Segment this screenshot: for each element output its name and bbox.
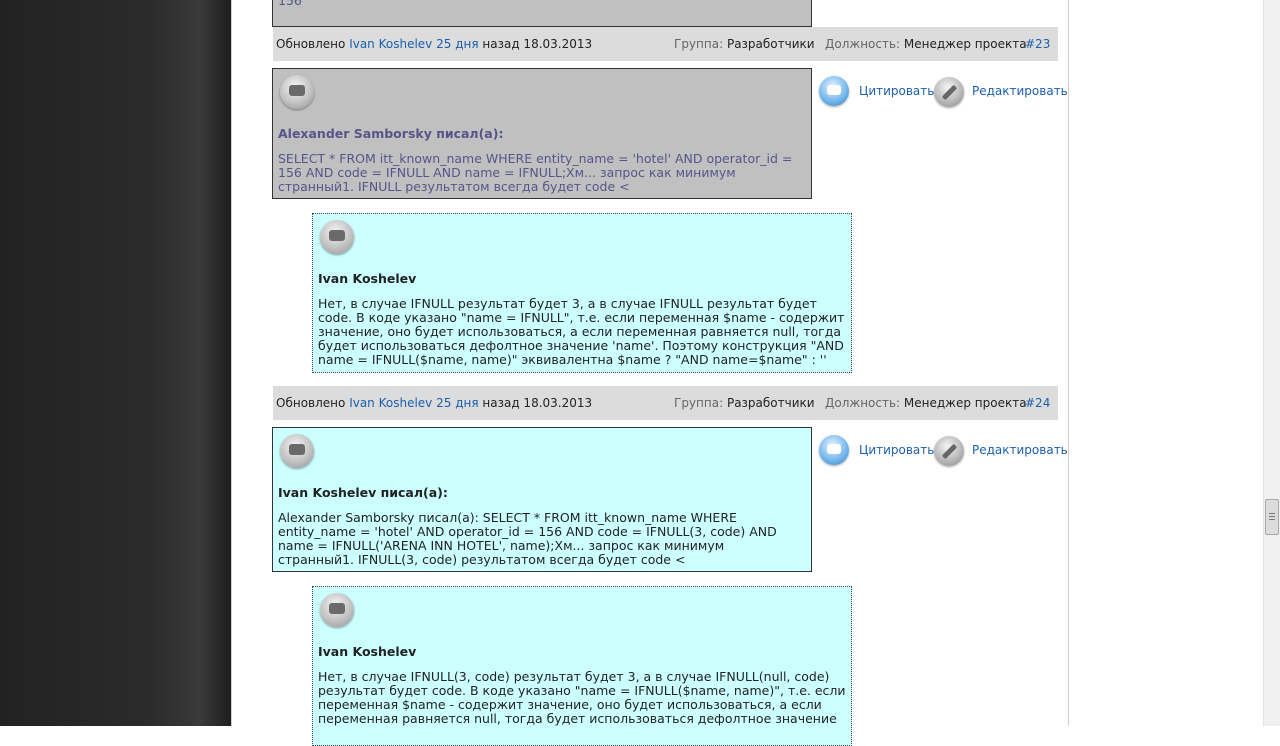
updated-date: назад 18.03.2013 [482, 396, 593, 410]
quote-author: Ivan Koshelev [318, 271, 417, 286]
quote-icon[interactable] [819, 76, 849, 106]
quote-button[interactable]: Цитировать [859, 443, 934, 457]
post-meta-bar: Обновлено Ivan Koshelev 25 дня назад 18.… [273, 386, 1058, 420]
edit-icon[interactable] [934, 77, 964, 107]
quote-text: Нет, в случае IFNULL результат будет 3, … [318, 297, 845, 367]
role-label: Должность: [825, 396, 901, 410]
quote-inner-box: Ivan Koshelev Нет, в случае IFNULL резул… [312, 213, 852, 373]
time-ago-link[interactable]: 25 дня [436, 37, 478, 51]
quote-text: Нет, в случае IFNULL(3, code) результат … [318, 670, 846, 726]
quote-button[interactable]: Цитировать [859, 84, 934, 98]
updated-label: Обновлено [276, 37, 346, 51]
quote-outer-box: Alexander Samborsky писал(а): SELECT * F… [272, 68, 812, 199]
author-link[interactable]: Ivan Koshelev [349, 37, 432, 51]
page-background-left [0, 0, 231, 726]
author-group: Группа: Разработчики [674, 386, 815, 420]
group-value: Разработчики [726, 37, 815, 51]
previous-quote-text: 156 [278, 0, 302, 8]
speech-bubble-icon [280, 75, 314, 109]
edit-button[interactable]: Редактировать [972, 84, 1068, 98]
quote-author: Ivan Koshelev писал(а): [278, 485, 448, 500]
updated-date: назад 18.03.2013 [482, 37, 593, 51]
quote-outer-box: Ivan Koshelev писал(а): Alexander Sambor… [272, 427, 812, 572]
role-value: Менеджер проекта [903, 396, 1027, 410]
role-label: Должность: [825, 37, 901, 51]
author-link[interactable]: Ivan Koshelev [349, 396, 432, 410]
quote-text: SELECT * FROM itt_known_name WHERE entit… [278, 152, 793, 194]
speech-bubble-icon [280, 434, 314, 468]
role-value: Менеджер проекта [903, 37, 1027, 51]
scrollbar-thumb[interactable] [1265, 499, 1279, 535]
edit-button[interactable]: Редактировать [972, 443, 1068, 457]
updated-label: Обновлено [276, 396, 346, 410]
group-value: Разработчики [726, 396, 815, 410]
quote-inner-box: Ivan Koshelev Нет, в случае IFNULL(3, co… [312, 586, 852, 746]
post-meta-bar: Обновлено Ivan Koshelev 25 дня назад 18.… [273, 27, 1058, 61]
speech-bubble-icon [320, 593, 354, 627]
author-group: Группа: Разработчики [674, 27, 815, 61]
edit-icon[interactable] [934, 436, 964, 466]
post-number-link[interactable]: #24 [1025, 386, 1050, 420]
time-ago-link[interactable]: 25 дня [436, 396, 478, 410]
quote-text: Alexander Samborsky писал(а): SELECT * F… [278, 511, 777, 567]
vertical-scrollbar[interactable] [1263, 0, 1280, 726]
group-label: Группа: [674, 396, 724, 410]
post-number-link[interactable]: #23 [1025, 27, 1050, 61]
previous-quote-box: 156 [272, 0, 812, 27]
author-role: Должность: Менеджер проекта [825, 27, 1027, 61]
quote-author: Alexander Samborsky писал(а): [278, 126, 504, 141]
quote-icon[interactable] [819, 435, 849, 465]
speech-bubble-icon [320, 220, 354, 254]
group-label: Группа: [674, 37, 724, 51]
post-updated-info: Обновлено Ivan Koshelev 25 дня назад 18.… [276, 27, 592, 61]
post-updated-info: Обновлено Ivan Koshelev 25 дня назад 18.… [276, 386, 592, 420]
author-role: Должность: Менеджер проекта [825, 386, 1027, 420]
forum-thread: 156 Обновлено Ivan Koshelev 25 дня назад… [231, 0, 1069, 746]
quote-author: Ivan Koshelev [318, 644, 417, 659]
